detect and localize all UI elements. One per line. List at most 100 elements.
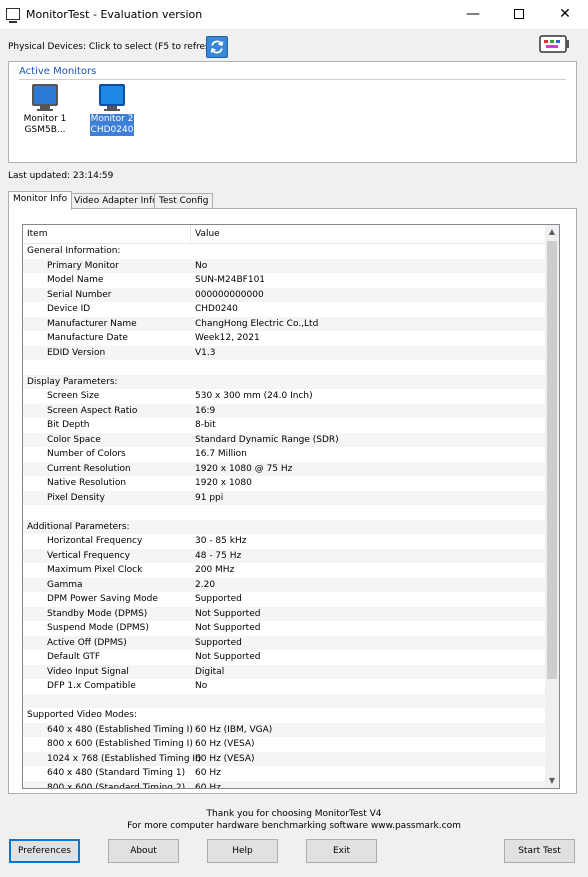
row-item-label: Default GTF — [47, 652, 101, 662]
row-value: 91 ppi — [195, 492, 224, 503]
table-row[interactable] — [23, 360, 545, 375]
table-row[interactable]: Manufacture Date Week12, 2021 — [23, 331, 545, 346]
table-row[interactable]: Vertical Frequency 48 - 75 Hz — [23, 548, 545, 563]
exit-button[interactable]: Exit — [306, 839, 377, 863]
table-row[interactable]: Current Resolution 1920 x 1080 @ 75 Hz — [23, 461, 545, 476]
row-item-label: 1024 x 768 (Established Timing II) — [47, 753, 202, 764]
row-value: 8-bit — [195, 420, 216, 430]
monitor-base — [37, 109, 53, 111]
table-row[interactable]: 640 x 480 (Established Timing I) 60 Hz (I… — [23, 722, 545, 737]
column-header-value[interactable]: Value — [191, 225, 545, 244]
table-row[interactable]: Supported Video Modes: — [23, 708, 545, 723]
physical-devices-label: Physical Devices: Click to select (F5 to… — [8, 42, 219, 52]
row-value: No — [195, 681, 208, 691]
row-item-label: Screen Size — [47, 391, 100, 401]
tab-monitor-info[interactable]: Monitor Info — [8, 191, 73, 210]
help-button[interactable]: Help — [207, 839, 278, 863]
row-item-label: DPM Power Saving Mode — [47, 594, 158, 604]
tab-video-adapter-info[interactable]: Video Adapter Info — [69, 193, 163, 209]
table-row[interactable]: DFP 1.x Compatible No — [23, 679, 545, 694]
row-value: 60 Hz (VESA) — [195, 753, 255, 764]
row-item-label: 640 x 480 (Standard Timing 1) — [47, 768, 186, 778]
table-row[interactable]: General Information: — [23, 244, 545, 259]
monitor-info-list[interactable]: Item Value General Information: Primary M… — [22, 224, 560, 789]
table-row[interactable]: Primary Monitor No — [23, 258, 545, 273]
row-item-label: Bit Depth — [47, 420, 90, 430]
table-row[interactable]: Active Off (DPMS) Supported — [23, 635, 545, 650]
table-row[interactable]: Additional Parameters: — [23, 519, 545, 534]
row-value: 16:9 — [195, 405, 216, 416]
table-row[interactable]: Bit Depth 8-bit — [23, 418, 545, 433]
table-row[interactable] — [23, 505, 545, 520]
monitor-2-name: Monitor 2 — [90, 114, 134, 124]
tab-test-config[interactable]: Test Config — [154, 193, 214, 209]
row-value: 60 Hz — [195, 768, 221, 778]
row-item-label: Number of Colors — [47, 449, 126, 459]
row-value: Not Supported — [195, 623, 261, 633]
table-row[interactable]: 800 x 600 (Established Timing I) 60 Hz (V… — [23, 737, 545, 752]
table-row[interactable]: Color Space Standard Dynamic Range (SDR) — [23, 432, 545, 447]
table-row[interactable]: Maximum Pixel Clock 200 MHz — [23, 563, 545, 578]
table-row[interactable]: Suspend Mode (DPMS) Not Supported — [23, 621, 545, 636]
minimize-button[interactable]: — — [450, 0, 496, 30]
row-item-label: 800 x 600 (Standard Timing 2) — [47, 782, 186, 789]
about-button[interactable]: About — [108, 839, 179, 863]
row-item-label: Standby Mode (DPMS) — [47, 608, 148, 619]
table-row[interactable]: Screen Size 530 x 300 mm (24.0 Inch) — [23, 389, 545, 404]
table-row[interactable]: Manufacturer Name ChangHong Electric Co.,… — [23, 316, 545, 331]
row-value: Not Supported — [195, 608, 261, 619]
table-row[interactable]: Display Parameters: — [23, 374, 545, 389]
row-item-label: Current Resolution — [47, 463, 131, 474]
monitor-1-name: Monitor 1 — [23, 114, 67, 124]
table-row[interactable]: Number of Colors 16.7 Million — [23, 447, 545, 462]
table-row[interactable] — [23, 693, 545, 708]
monitor-2-label: Monitor 2 CHD0240 — [89, 114, 135, 136]
monitor-1-label: Monitor 1 GSM5B... — [17, 114, 73, 136]
preferences-button[interactable]: Preferences — [9, 839, 80, 863]
table-row[interactable]: Horizontal Frequency 30 - 85 kHz — [23, 534, 545, 549]
display-adapter-icon[interactable] — [538, 34, 570, 56]
table-row[interactable]: Model Name SUN-M24BF101 — [23, 273, 545, 288]
table-row[interactable]: 640 x 480 (Standard Timing 1) 60 Hz — [23, 766, 545, 781]
start-test-button[interactable]: Start Test — [504, 839, 575, 863]
table-row[interactable]: Video Input Signal Digital — [23, 664, 545, 679]
maximize-button[interactable] — [496, 0, 542, 30]
monitor-1-item[interactable]: Monitor 1 GSM5B... — [17, 84, 73, 136]
scrollbar-thumb[interactable] — [547, 241, 557, 679]
row-item-label: Color Space — [47, 434, 101, 445]
table-row[interactable]: Device ID CHD0240 — [23, 302, 545, 317]
table-row[interactable]: Pixel Density 91 ppi — [23, 490, 545, 505]
table-row[interactable]: Serial Number 000000000000 — [23, 287, 545, 302]
row-item-label: Manufacture Date — [47, 333, 128, 343]
vertical-scrollbar[interactable]: ▲ ▼ — [545, 225, 559, 788]
table-row[interactable]: Standby Mode (DPMS) Not Supported — [23, 606, 545, 621]
table-row[interactable]: EDID Version V1.3 — [23, 345, 545, 360]
scroll-down-arrow-icon[interactable]: ▼ — [545, 774, 559, 788]
row-value: 200 MHz — [195, 565, 235, 575]
row-value: 60 Hz (VESA) — [195, 739, 255, 749]
row-value: 1920 x 1080 — [195, 478, 252, 488]
table-row[interactable]: Gamma 2.20 — [23, 577, 545, 592]
row-item-label: Maximum Pixel Clock — [47, 565, 143, 575]
row-value: Standard Dynamic Range (SDR) — [195, 434, 339, 445]
table-row[interactable]: 1024 x 768 (Established Timing II) 60 Hz … — [23, 751, 545, 766]
row-item-label: DFP 1.x Compatible — [47, 681, 136, 691]
refresh-button[interactable] — [206, 36, 228, 58]
row-value: CHD0240 — [195, 304, 238, 314]
row-item-label: Vertical Frequency — [47, 550, 131, 561]
row-value: 30 - 85 kHz — [195, 536, 247, 546]
table-row[interactable]: 800 x 600 (Standard Timing 2) 60 Hz — [23, 780, 545, 789]
table-row[interactable]: Screen Aspect Ratio 16:9 — [23, 403, 545, 418]
table-row[interactable]: Default GTF Not Supported — [23, 650, 545, 665]
panel-divider — [19, 79, 566, 80]
row-value: Digital — [195, 666, 225, 677]
app-monitor-icon — [6, 8, 20, 23]
close-button[interactable]: ✕ — [542, 0, 588, 30]
column-header-item[interactable]: Item — [23, 225, 191, 244]
scroll-up-arrow-icon[interactable]: ▲ — [545, 225, 559, 239]
row-value: 000000000000 — [195, 289, 264, 300]
table-row[interactable]: Native Resolution 1920 x 1080 — [23, 476, 545, 491]
row-item-label: Primary Monitor — [47, 260, 119, 271]
monitor-2-item[interactable]: Monitor 2 CHD0240 — [84, 84, 140, 136]
table-row[interactable]: DPM Power Saving Mode Supported — [23, 592, 545, 607]
